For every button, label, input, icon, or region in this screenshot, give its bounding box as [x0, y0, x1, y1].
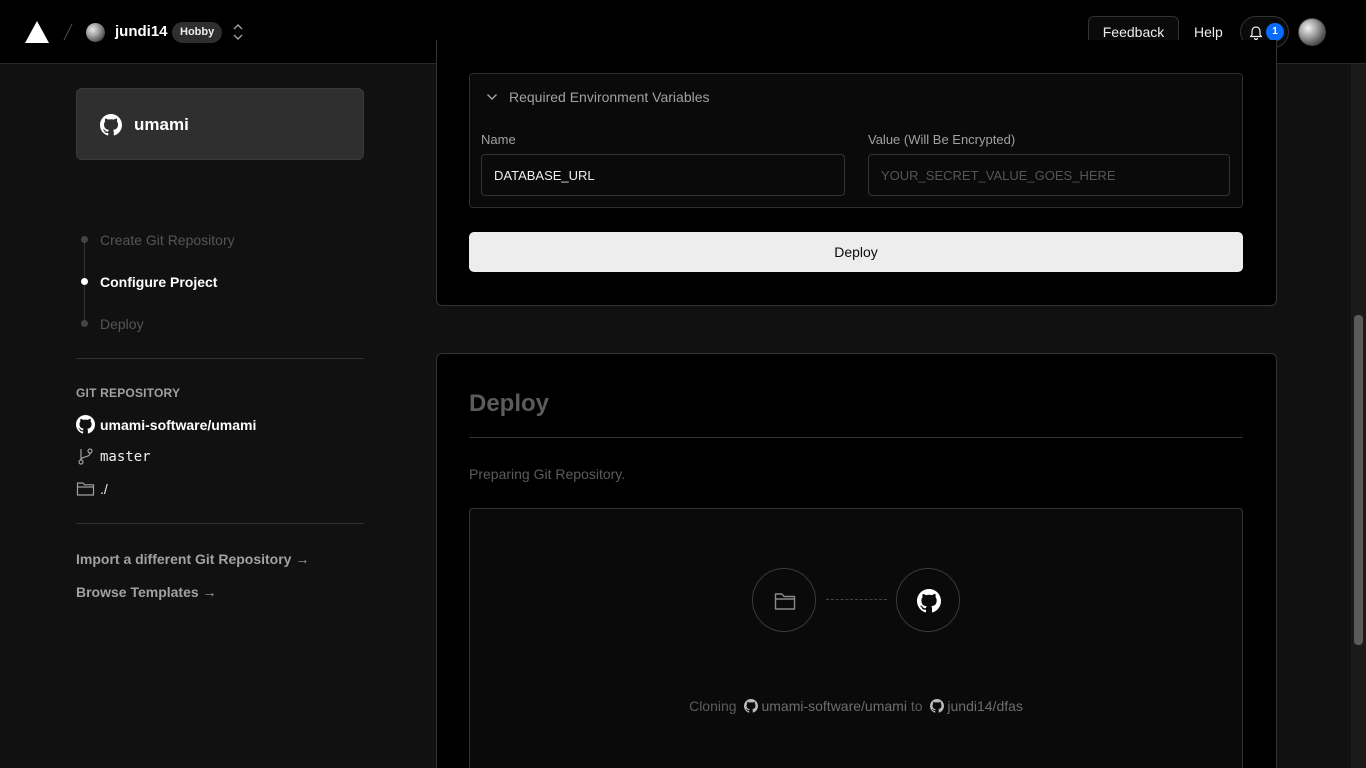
step-dot-create-repo [81, 236, 88, 243]
team-avatar[interactable] [86, 23, 105, 42]
git-branch-icon [78, 448, 93, 465]
help-link[interactable]: Help [1194, 24, 1223, 40]
clone-status-text: Cloning umami-software/umami to jundi14/… [469, 698, 1243, 714]
bell-icon [1249, 26, 1263, 40]
github-icon [930, 699, 945, 713]
env-name-label: Name [481, 132, 516, 147]
step-deploy: Deploy [100, 316, 144, 332]
sidebar-divider [76, 358, 364, 359]
step-dot-configure [81, 278, 88, 285]
source-folder-node [752, 568, 816, 632]
step-configure-project: Configure Project [100, 274, 218, 290]
github-icon [76, 415, 95, 434]
github-node [896, 568, 960, 632]
github-icon [744, 699, 759, 713]
deploy-status-text: Preparing Git Repository. [469, 466, 626, 482]
git-repo-row[interactable]: umami-software/umami [76, 415, 256, 434]
env-vars-toggle[interactable]: Required Environment Variables [509, 89, 710, 105]
repo-card: umami [76, 88, 364, 160]
chevron-up-down-icon[interactable] [231, 22, 245, 42]
triangle-logo-icon[interactable] [24, 20, 50, 44]
github-icon [100, 114, 122, 136]
breadcrumb-separator [63, 23, 73, 41]
folder-icon [774, 593, 796, 610]
env-value-label: Value (Will Be Encrypted) [868, 132, 1016, 147]
step-create-repo: Create Git Repository [100, 232, 235, 248]
env-value-input[interactable] [868, 154, 1230, 196]
clone-to-word: to [910, 698, 923, 714]
clone-progress-panel [469, 508, 1243, 768]
folder-icon [76, 482, 95, 496]
deploy-button[interactable]: Deploy [469, 232, 1243, 272]
git-branch-row: master [76, 447, 151, 466]
github-icon [917, 589, 941, 613]
team-name[interactable]: jundi14 [115, 23, 168, 40]
git-directory-row: ./ [76, 479, 108, 498]
clone-target-repo: jundi14/dfas [947, 698, 1023, 714]
browse-templates-link[interactable]: Browse Templates → [76, 584, 217, 600]
scrollbar-thumb[interactable] [1354, 315, 1363, 645]
env-name-input[interactable] [481, 154, 845, 196]
repo-card-name: umami [134, 115, 189, 134]
deploy-heading: Deploy [469, 390, 550, 417]
git-root-directory: ./ [100, 480, 108, 497]
import-different-repo-link[interactable]: Import a different Git Repository → [76, 551, 309, 567]
plan-badge: Hobby [172, 22, 223, 43]
deploy-divider [469, 437, 1243, 438]
clone-prefix: Cloning [689, 698, 737, 714]
user-avatar[interactable] [1298, 18, 1326, 46]
clone-source-repo: umami-software/umami [761, 698, 907, 714]
notification-count-badge: 1 [1266, 23, 1284, 41]
git-repo-name[interactable]: umami-software/umami [100, 417, 256, 433]
step-dot-deploy [81, 320, 88, 327]
clone-connector-line [826, 599, 887, 600]
sidebar-divider [76, 523, 364, 524]
git-repository-heading: GIT REPOSITORY [76, 386, 181, 400]
chevron-down-icon[interactable] [486, 91, 498, 103]
git-branch-name: master [100, 448, 151, 465]
